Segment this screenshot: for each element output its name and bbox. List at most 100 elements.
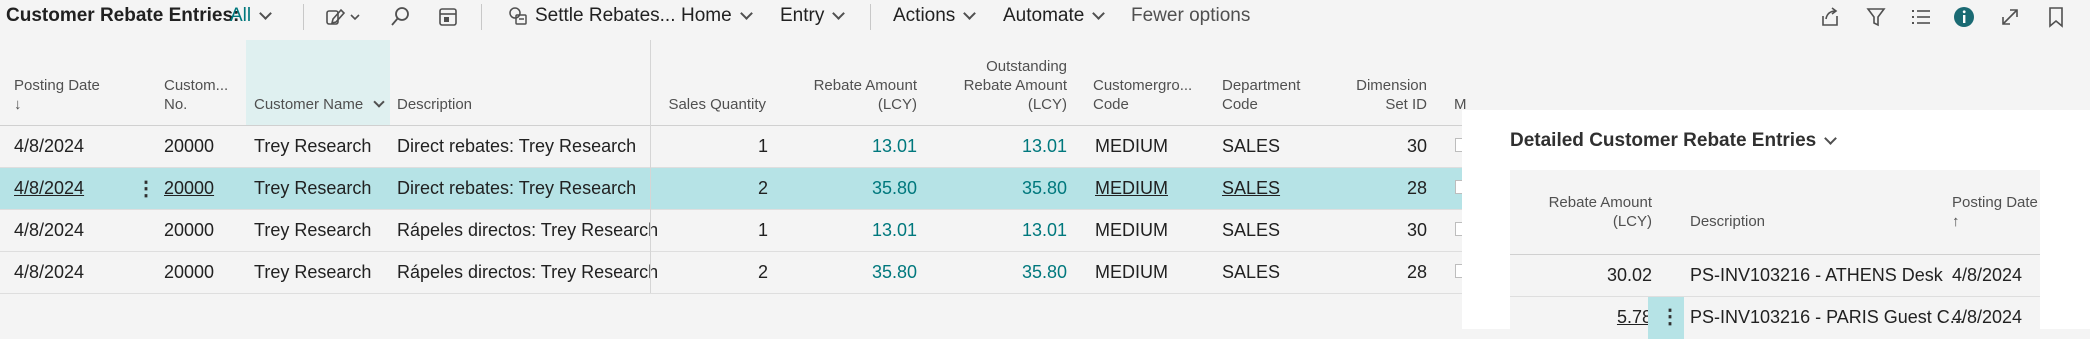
detailed-rebate-grid: Rebate Amount (LCY) Description Posting … — [1510, 170, 2040, 339]
home-menu-label: Home — [681, 5, 732, 26]
header-rebate-amount-unit: (LCY) — [877, 96, 917, 113]
factbox-header-rebate-unit: (LCY) — [1612, 213, 1652, 230]
chevron-down-icon — [1824, 132, 1838, 145]
header-rebate-amount-label: Rebate Amount — [813, 77, 917, 94]
row-actions-icon[interactable]: ⋮ — [136, 176, 156, 201]
factbox-pane: Detailed Customer Rebate Entries Rebate … — [1462, 110, 2090, 339]
cell-customer-group[interactable]: MEDIUM — [1095, 178, 1168, 199]
header-sales-quantity[interactable]: Sales Quantity — [620, 95, 766, 114]
cell-outstanding-amount[interactable]: 35.80 — [967, 262, 1067, 283]
settle-rebates-button[interactable]: Settle Rebates... — [507, 5, 675, 27]
factbox-cell-posting-date: 4/8/2024 — [1952, 265, 2023, 285]
factbox-header-posting-date[interactable]: Posting Date ↑ — [1952, 193, 2038, 231]
factbox-title[interactable]: Detailed Customer Rebate Entries — [1510, 130, 1838, 152]
actions-menu[interactable]: Actions — [893, 5, 977, 27]
row-actions-icon[interactable]: ⋮ — [1660, 304, 1680, 329]
table-row[interactable]: 4/8/2024 20000 Trey Research Direct reba… — [0, 126, 1469, 168]
search-button[interactable] — [387, 4, 413, 30]
expand-button[interactable] — [1997, 4, 2023, 30]
settle-icon — [509, 7, 527, 25]
entry-menu[interactable]: Entry — [780, 5, 846, 27]
action-bar: Customer Rebate Entries: All Settle Reba… — [0, 0, 2090, 34]
header-customer-no[interactable]: Custom... No. — [164, 76, 228, 114]
cell-customer-group: MEDIUM — [1095, 262, 1168, 282]
header-outstanding-rebate[interactable]: Outstanding Rebate Amount (LCY) — [930, 57, 1067, 114]
header-description[interactable]: Description — [397, 95, 472, 114]
cell-customer-no[interactable]: 20000 — [164, 178, 214, 199]
header-description-label: Description — [397, 96, 473, 113]
header-outstanding-label-2: Rebate Amount — [963, 77, 1067, 94]
header-customer-group-label-2: Code — [1093, 96, 1129, 113]
cell-customer-no[interactable]: 20000 — [164, 220, 214, 241]
cell-department-code[interactable]: SALES — [1222, 178, 1280, 199]
analysis-icon — [439, 8, 457, 26]
cell-description: Direct rebates: Trey Research — [397, 136, 637, 156]
page-title: Customer Rebate Entries: — [6, 5, 240, 26]
header-dimension-set-id[interactable]: Dimension Set ID — [1320, 76, 1427, 114]
share-icon — [1822, 7, 1838, 26]
bookmark-button[interactable] — [2043, 4, 2069, 30]
table-row[interactable]: 4/8/2024 20000 Trey Research Rápeles dir… — [0, 252, 1469, 294]
cell-rebate-amount[interactable]: 13.01 — [817, 136, 917, 157]
list-view-button[interactable] — [1908, 4, 1934, 30]
factbox-header-description-label: Description — [1690, 213, 1766, 230]
factbox-header-rebate-amount[interactable]: Rebate Amount (LCY) — [1520, 193, 1652, 231]
cell-outstanding-amount[interactable]: 13.01 — [967, 136, 1067, 157]
info-pane-button[interactable] — [1951, 4, 1977, 30]
analysis-mode-button[interactable] — [435, 4, 461, 30]
factbox-row-actions[interactable]: ⋮ — [1648, 297, 1684, 339]
header-customer-name-label: Customer Name — [254, 96, 364, 113]
cell-sales-quantity: 2 — [757, 178, 768, 198]
cell-sales-quantity: 1 — [757, 136, 768, 156]
chevron-down-icon — [963, 7, 977, 20]
header-customer-group[interactable]: Customergro... Code — [1093, 76, 1192, 114]
factbox-cell-description: PS-INV103216 - ATHENS Desk — [1690, 265, 1943, 285]
share-button[interactable] — [1817, 4, 1843, 30]
cell-description: Rápeles directos: Trey Research — [397, 262, 659, 282]
view-filter-dropdown[interactable]: All — [230, 5, 272, 27]
cell-customer-no[interactable]: 20000 — [164, 262, 214, 283]
cell-rebate-amount[interactable]: 35.80 — [817, 262, 917, 283]
edit-list-icon — [326, 8, 360, 25]
chevron-down-icon — [373, 96, 385, 108]
cell-outstanding-amount[interactable]: 13.01 — [967, 220, 1067, 241]
frozen-column-divider — [650, 40, 651, 293]
cell-posting-date[interactable]: 4/8/2024 — [14, 178, 84, 199]
cell-rebate-amount[interactable]: 13.01 — [817, 220, 917, 241]
expand-icon — [2002, 9, 2018, 25]
filter-pane-button[interactable] — [1863, 4, 1889, 30]
automate-menu[interactable]: Automate — [1003, 5, 1106, 27]
cell-posting-date: 4/8/2024 — [14, 220, 85, 240]
cell-sales-quantity: 2 — [757, 262, 768, 282]
factbox-cell-description: PS-INV103216 - PARIS Guest C... — [1690, 307, 1965, 327]
cell-outstanding-amount[interactable]: 35.80 — [967, 178, 1067, 199]
header-customer-name[interactable]: Customer Name — [254, 95, 385, 114]
header-department-label-2: Code — [1222, 96, 1258, 113]
factbox-header-rebate-label: Rebate Amount — [1548, 194, 1652, 211]
table-row-selected[interactable]: 4/8/2024 ⋮ 20000 Trey Research Direct re… — [0, 168, 1469, 210]
factbox-row-selected[interactable]: 5.78 ⋮ PS-INV103216 - PARIS Guest C... 4… — [1510, 297, 2040, 339]
chevron-down-icon — [1092, 7, 1106, 20]
header-posting-date[interactable]: Posting Date ↓ — [14, 76, 100, 114]
home-menu[interactable]: Home — [681, 5, 753, 27]
cell-rebate-amount[interactable]: 35.80 — [817, 178, 917, 199]
fewer-options-button[interactable]: Fewer options — [1131, 5, 1250, 27]
edit-list-button[interactable] — [324, 4, 364, 30]
factbox-cell-rebate[interactable]: 5.78 — [1540, 307, 1652, 328]
cell-posting-date: 4/8/2024 — [14, 262, 85, 282]
header-department-label: Department — [1222, 77, 1301, 94]
header-rebate-amount[interactable]: Rebate Amount (LCY) — [780, 76, 917, 114]
table-row[interactable]: 4/8/2024 20000 Trey Research Rápeles dir… — [0, 210, 1469, 252]
factbox-cell-posting-date: 4/8/2024 — [1952, 307, 2023, 327]
cell-description: Direct rebates: Trey Research — [397, 178, 637, 198]
header-department-code[interactable]: Department Code — [1222, 76, 1300, 114]
header-outstanding-label: Outstanding — [986, 58, 1067, 75]
factbox-row[interactable]: 30.02 PS-INV103216 - ATHENS Desk 4/8/202… — [1510, 255, 2040, 297]
cell-customer-no[interactable]: 20000 — [164, 136, 214, 157]
fewer-options-label: Fewer options — [1131, 5, 1251, 26]
cell-customer-name: Trey Research — [254, 136, 372, 156]
cell-dimension-set-id: 30 — [1406, 136, 1427, 156]
factbox-header-description[interactable]: Description — [1690, 212, 1765, 231]
header-posting-date-label: Posting Date — [14, 77, 100, 94]
cell-posting-date: 4/8/2024 — [14, 136, 85, 156]
